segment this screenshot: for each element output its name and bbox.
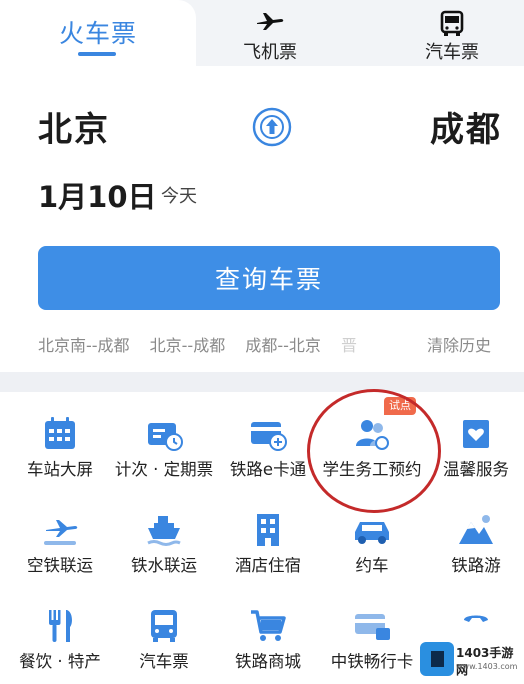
search-history: 北京南--成都 北京--成都 成都--北京 晋	[38, 332, 478, 356]
service-label: 中铁畅行卡	[330, 652, 414, 671]
service-air-rail[interactable]: 空铁联运	[8, 494, 112, 590]
bus-icon	[440, 10, 464, 36]
service-label: 车站大屏	[27, 460, 93, 479]
cart-icon	[251, 610, 286, 641]
tab-bus-label: 汽车票	[425, 42, 479, 63]
active-tab-indicator	[78, 52, 116, 56]
date-relative-label: 今天	[161, 186, 197, 207]
service-label: 汽车票	[139, 652, 189, 671]
railway-tour-icon	[459, 515, 493, 544]
highlight-circle	[307, 389, 441, 513]
service-station-screen[interactable]: 车站大屏	[8, 398, 112, 494]
service-label: 餐饮 · 特产	[19, 652, 101, 671]
periodic-ticket-icon	[148, 423, 183, 451]
history-item[interactable]: 北京南--成都	[38, 336, 130, 355]
tab-train-label: 火车票	[58, 19, 137, 48]
plane-icon	[257, 13, 284, 30]
service-bus-ticket[interactable]: 汽车票	[112, 590, 216, 684]
tab-bus-ticket[interactable]: 汽车票	[382, 6, 522, 63]
service-food-specialty[interactable]: 餐饮 · 特产	[8, 590, 112, 684]
railway-ecard-icon	[251, 422, 287, 451]
ticket-search-card: 火车票 飞机票 汽车票 北京 成都 1月10日 今天 查询车票 北京南--成都 …	[0, 0, 524, 372]
hotel-icon	[257, 514, 279, 546]
tab-plane-ticket[interactable]: 飞机票	[200, 6, 340, 63]
history-item[interactable]: 成都--北京	[245, 336, 321, 355]
service-railway-tour[interactable]: 铁路游	[424, 494, 524, 590]
swap-cities-button[interactable]	[250, 105, 294, 149]
bus-icon	[151, 610, 177, 642]
service-crcard[interactable]: 中铁畅行卡	[320, 590, 424, 684]
food-icon	[49, 610, 72, 642]
history-item[interactable]: 北京--成都	[150, 336, 226, 355]
service-label: 铁路商城	[235, 652, 301, 671]
swap-icon	[252, 107, 292, 147]
ticket-type-tabs: 火车票 飞机票 汽车票	[0, 0, 524, 66]
departure-city[interactable]: 北京	[38, 102, 110, 151]
car-icon	[355, 522, 389, 544]
tab-train-ticket[interactable]: 火车票	[0, 0, 196, 66]
service-label: 铁路e卡通	[229, 460, 307, 479]
service-label: 计次 · 定期票	[114, 460, 214, 479]
service-label: 铁路游	[451, 556, 501, 575]
tab-plane-label: 飞机票	[243, 42, 297, 63]
service-railway-ecard[interactable]: 铁路e卡通	[216, 398, 320, 494]
site-watermark: 1403手游网 www.1403.com	[420, 640, 524, 684]
arrival-city[interactable]: 成都	[430, 102, 502, 151]
service-label: 约车	[355, 556, 389, 575]
departure-date[interactable]: 1月10日	[38, 174, 157, 216]
watermark-logo	[420, 642, 454, 676]
search-tickets-button[interactable]: 查询车票	[38, 246, 500, 310]
watermark-text: 1403手游网	[456, 646, 514, 677]
clear-history-button[interactable]: 清除历史	[427, 332, 491, 356]
history-item[interactable]: 晋	[341, 336, 357, 355]
service-label: 酒店住宿	[235, 556, 301, 575]
service-rail-water[interactable]: 铁水联运	[112, 494, 216, 590]
card-icon	[355, 614, 390, 640]
watermark-url: www.1403.com	[456, 662, 518, 671]
air-rail-icon	[44, 520, 78, 545]
service-periodic-ticket[interactable]: 计次 · 定期票	[112, 398, 216, 494]
station-screen-icon	[45, 417, 75, 449]
service-label: 空铁联运	[27, 556, 93, 575]
service-railway-mall[interactable]: 铁路商城	[216, 590, 320, 684]
service-hotel[interactable]: 酒店住宿	[216, 494, 320, 590]
rail-water-icon	[147, 516, 181, 546]
care-service-icon	[463, 420, 489, 448]
service-label: 铁水联运	[131, 556, 197, 575]
